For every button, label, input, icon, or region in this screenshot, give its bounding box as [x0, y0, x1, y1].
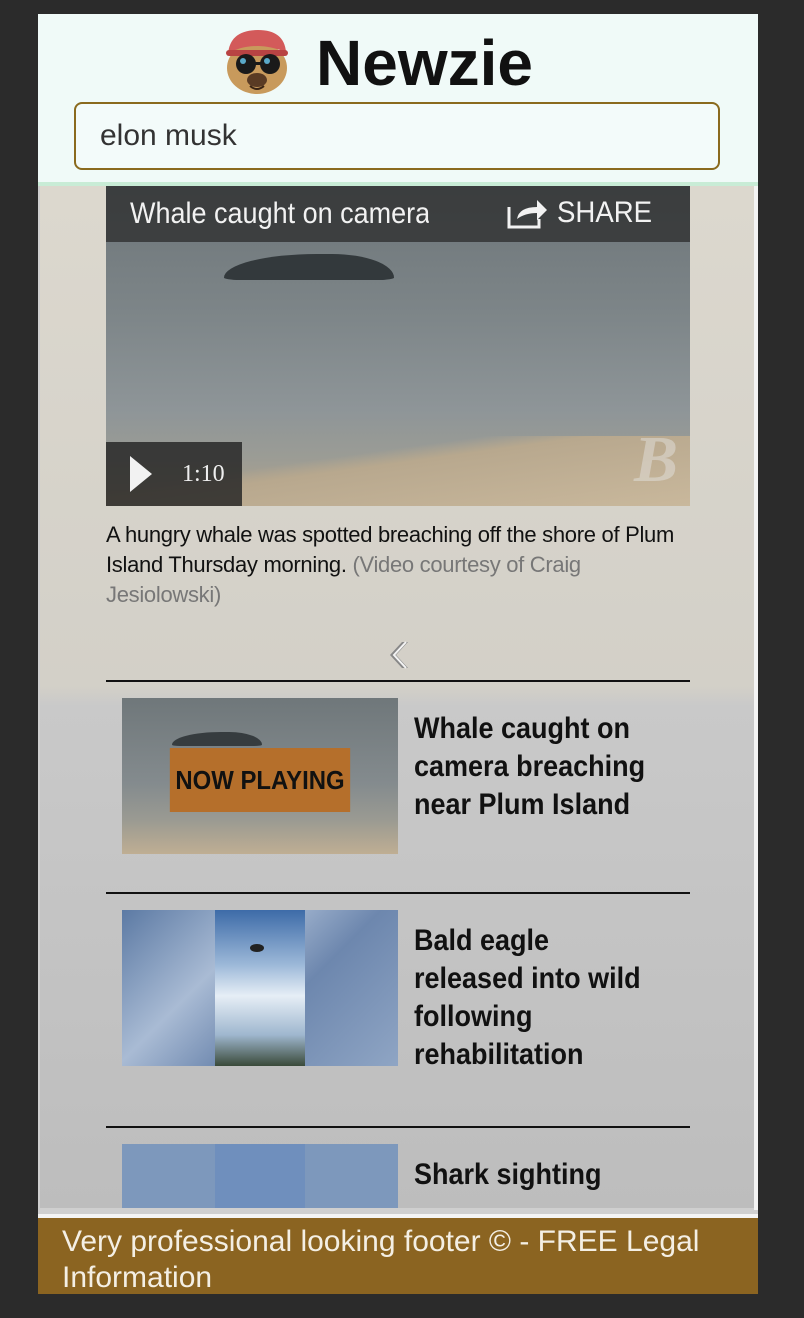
video-title-bar: Whale caught on camera breaching near Pl… — [106, 186, 690, 242]
video-thumbnail — [122, 910, 398, 1066]
playlist-item-title: Bald eagle released into wild following … — [414, 924, 641, 1071]
footer-text: Very professional looking footer © - FRE… — [62, 1225, 700, 1294]
app-window: Newzie Whale caught on camera breaching … — [38, 14, 758, 1294]
whale-image — [224, 254, 394, 280]
whale-image — [172, 732, 262, 746]
playlist-item-title: Whale caught on camera breaching near Pl… — [414, 712, 646, 821]
share-icon — [507, 200, 547, 229]
eagle-image — [250, 944, 264, 952]
pug-with-cap-and-sunglasses-icon — [226, 30, 288, 94]
content-border — [754, 186, 758, 1210]
search-input[interactable] — [74, 102, 720, 170]
playlist-item-title: Shark sighting — [414, 1158, 602, 1191]
main-content[interactable]: Whale caught on camera breaching near Pl… — [40, 186, 754, 1208]
now-playing-badge: NOW PLAYING — [169, 748, 351, 812]
video-caption: A hungry whale was spotted breaching off… — [106, 520, 690, 610]
video-thumbnail — [122, 1144, 398, 1208]
playlist-item[interactable]: Bald eagle released into wild following … — [106, 892, 690, 1126]
video-controls: 1:10 — [106, 442, 242, 506]
share-button[interactable]: SHARE — [507, 190, 660, 236]
chevron-left-icon[interactable] — [384, 638, 414, 672]
header: Newzie — [38, 14, 758, 186]
sky-image — [215, 1144, 305, 1208]
footer: Very professional looking footer © - FRE… — [38, 1214, 758, 1294]
video-thumbnail: NOW PLAYING — [122, 698, 398, 854]
video-duration: 1:10 — [182, 460, 225, 487]
video-player[interactable]: Whale caught on camera breaching near Pl… — [106, 186, 690, 506]
sky-image — [215, 910, 305, 1066]
play-icon[interactable] — [128, 454, 154, 494]
video-title: Whale caught on camera breaching near Pl… — [130, 197, 429, 230]
share-label: SHARE — [556, 196, 652, 229]
playlist-item[interactable]: Shark sighting — [106, 1126, 690, 1208]
publisher-watermark-logo: B — [633, 423, 678, 496]
brand-title: Newzie — [316, 27, 533, 99]
playlist-item[interactable]: NOW PLAYING Whale caught on camera breac… — [106, 680, 690, 892]
